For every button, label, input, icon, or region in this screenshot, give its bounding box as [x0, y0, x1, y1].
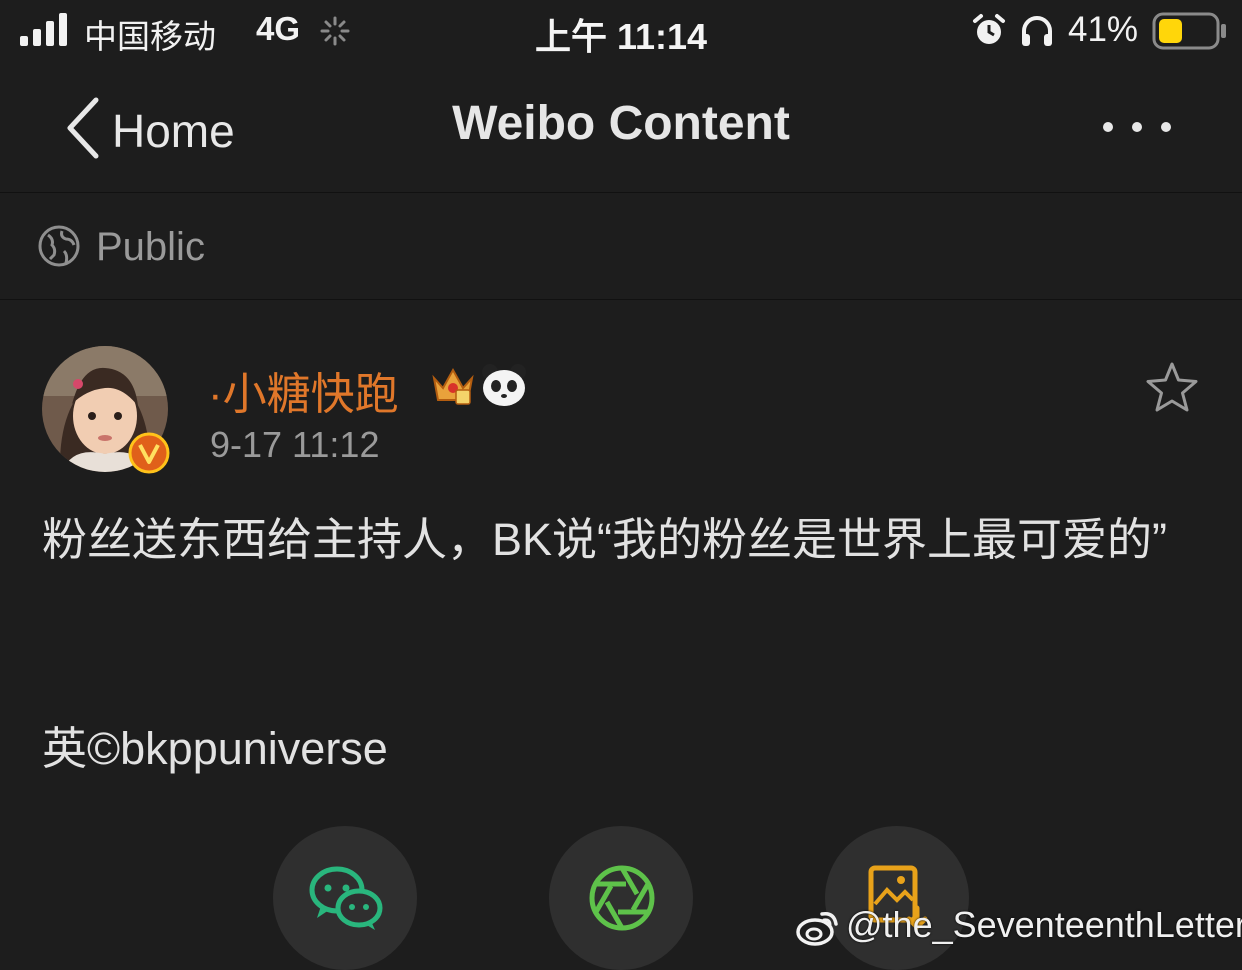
globe-icon	[38, 225, 80, 267]
favorite-star-icon[interactable]	[1144, 360, 1200, 416]
panda-emoji-icon	[482, 364, 526, 406]
post-text: 粉丝送东西给主持人，BK说“我的粉丝是世界上最可爱的”	[42, 514, 1168, 565]
status-bar: 中国移动 4G 上午 11:14 41%	[0, 0, 1242, 64]
moments-icon	[589, 865, 655, 931]
visibility-row: Public	[0, 193, 1242, 300]
alarm-icon	[973, 14, 1005, 44]
watermark-text: @the_SeventeenthLetter	[846, 904, 1242, 945]
crown-badge-icon	[432, 367, 474, 405]
battery-icon	[1152, 12, 1226, 50]
share-moments-button[interactable]	[549, 826, 693, 970]
username[interactable]: ·小糖快跑	[208, 358, 399, 422]
post-timestamp: 9-17 11:12	[210, 424, 380, 465]
share-wechat-button[interactable]	[273, 826, 417, 970]
wechat-icon	[309, 866, 383, 930]
headphones-icon	[1022, 16, 1052, 46]
more-options-icon[interactable]	[1094, 112, 1180, 142]
page-title: Weibo Content	[452, 97, 790, 150]
weibo-logo-icon	[796, 911, 838, 946]
clock: 上午 11:14	[534, 16, 708, 57]
post-credit: 英©bkppuniverse	[42, 723, 388, 774]
battery-percent: 41%	[1068, 10, 1139, 49]
verified-badge-icon	[128, 432, 170, 474]
navigation-bar: Home Weibo Content	[0, 64, 1242, 193]
visibility-label: Public	[96, 225, 205, 269]
save-image-button[interactable]	[825, 826, 969, 970]
